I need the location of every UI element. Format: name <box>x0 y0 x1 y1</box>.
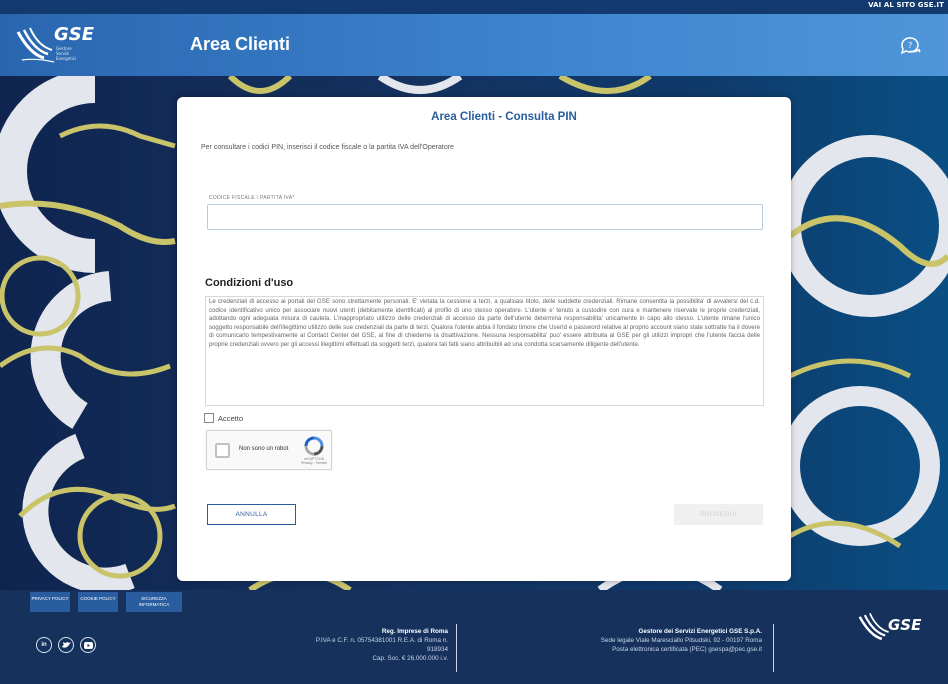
company-line-1: Sede legale Viale Maresciallo Pilsudski,… <box>600 637 762 644</box>
recaptcha-widget: Non sono un robot reCAPTCHA Privacy - Te… <box>206 430 332 470</box>
sicurezza-informatica-link[interactable]: SICUREZZA INFORMATICA <box>126 592 182 612</box>
registry-line-1: P.IVA e C.F. n. 05754381001 R.E.A. di Ro… <box>315 637 448 644</box>
registry-title: Reg. Imprese di Roma <box>381 628 448 635</box>
footer-divider <box>456 624 457 672</box>
annulla-button[interactable]: ANNULLA <box>207 504 296 525</box>
footer-gse-logo: GSE <box>858 610 938 660</box>
card-title: Area Clienti - Consulta PIN <box>431 111 577 123</box>
registry-info: Reg. Imprese di Roma P.IVA e C.F. n. 057… <box>270 627 448 663</box>
footer-links: PRIVACY POLICY COOKIE POLICY SICUREZZA I… <box>30 592 182 612</box>
recaptcha-checkbox[interactable] <box>215 443 230 458</box>
recaptcha-label: Non sono un robot <box>239 446 289 452</box>
intro-text: Per consultare i codici PIN, inserisci i… <box>201 144 454 151</box>
conditions-title: Condizioni d'uso <box>205 277 294 289</box>
conditions-text[interactable]: Le credenziali di accesso ai portali del… <box>205 296 764 406</box>
gse-logo[interactable]: GSE Gestore Servizi Energetici <box>16 24 96 68</box>
gse-waves-icon <box>858 613 889 641</box>
svg-text:?: ? <box>908 41 912 50</box>
social-links: in <box>36 637 96 653</box>
page-title: Area Clienti <box>190 34 291 54</box>
codice-fiscale-label: CODICE FISCALE \ PARTITA IVA* <box>209 195 295 201</box>
footer-logo-text: GSE <box>888 616 922 634</box>
recaptcha-brand: reCAPTCHA Privacy - Termini <box>297 457 331 465</box>
recaptcha-icon <box>304 436 324 456</box>
cookie-policy-link[interactable]: COOKIE POLICY <box>78 592 118 612</box>
help-icon[interactable]: ? <box>898 34 922 58</box>
accept-checkbox[interactable] <box>204 413 214 423</box>
accept-label: Accetto <box>218 413 244 423</box>
company-title: Gestore dei Servizi Energetici GSE S.p.A… <box>638 628 762 635</box>
registry-line-2: 918934 <box>426 646 448 653</box>
youtube-icon[interactable] <box>80 637 96 653</box>
codice-fiscale-input[interactable] <box>207 204 763 230</box>
footer-divider <box>773 624 774 672</box>
registry-line-3: Cap. Soc. € 26.000.000 i.v. <box>372 655 449 662</box>
header: GSE Gestore Servizi Energetici Area Clie… <box>0 14 948 76</box>
logo-subtitle: Gestore Servizi Energetici <box>56 46 77 61</box>
gse-waves-icon <box>16 27 55 63</box>
logo-text: GSE <box>54 24 95 45</box>
company-info: Gestore dei Servizi Energetici GSE S.p.A… <box>500 627 762 654</box>
visit-gse-link[interactable]: VAI AL SITO GSE.IT <box>868 1 944 9</box>
recaptcha-links[interactable]: Privacy - Termini <box>301 461 327 465</box>
accept-checkbox-row[interactable]: Accetto <box>204 413 243 423</box>
footer: PRIVACY POLICY COOKIE POLICY SICUREZZA I… <box>0 590 948 684</box>
consulta-pin-card: Area Clienti - Consulta PIN Per consulta… <box>177 97 791 581</box>
top-strip: VAI AL SITO GSE.IT <box>0 0 948 14</box>
company-line-2[interactable]: Posta elettronica certificata (PEC) gses… <box>500 645 762 654</box>
privacy-policy-link[interactable]: PRIVACY POLICY <box>30 592 70 612</box>
prosegui-button[interactable]: PROSEGUI <box>674 504 763 525</box>
linkedin-icon[interactable]: in <box>36 637 52 653</box>
twitter-icon[interactable] <box>58 637 74 653</box>
